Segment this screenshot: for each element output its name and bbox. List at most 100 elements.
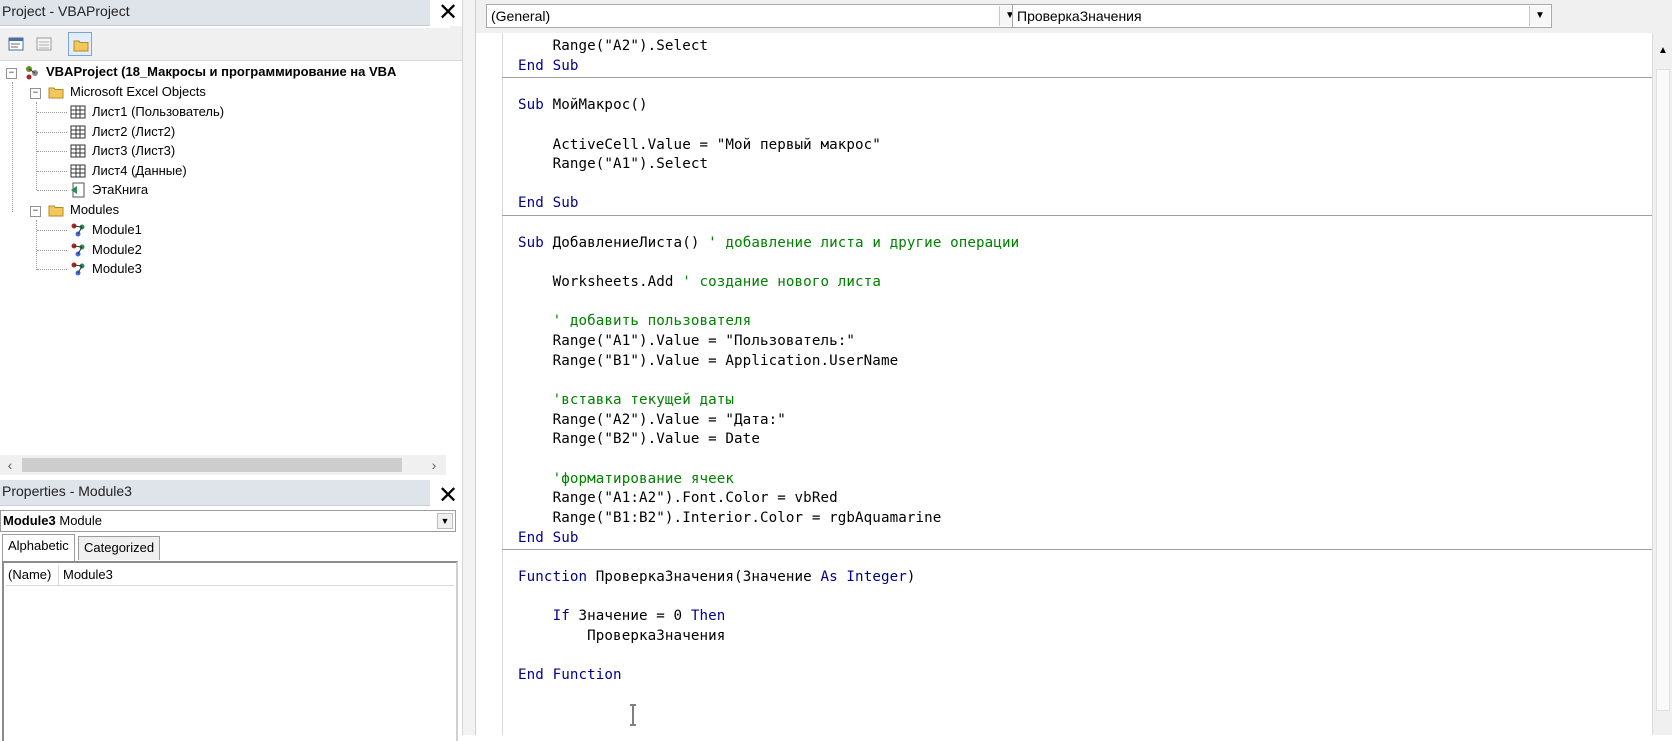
- tree-connector: [37, 230, 67, 231]
- project-explorer: Project - VBAProject ✕ − VBAProject (18_…: [0, 0, 462, 480]
- code-line[interactable]: Range("B2").Value = Date: [518, 429, 760, 450]
- tab-alphabetic[interactable]: Alphabetic: [2, 534, 75, 561]
- code-line[interactable]: ПроверкаЗначения: [518, 626, 725, 647]
- worksheet-icon: [70, 144, 86, 158]
- project-horizontal-scrollbar[interactable]: ‹ ›: [0, 455, 446, 475]
- scroll-left-icon[interactable]: ‹: [0, 455, 20, 475]
- code-line[interactable]: Range("A2").Select: [518, 36, 708, 57]
- object-combo[interactable]: (General) ▼: [486, 4, 1022, 28]
- tree-connector: [37, 171, 67, 172]
- code-line[interactable]: Sub ДобавлениеЛиста() ' добавление листа…: [518, 233, 1019, 254]
- code-line[interactable]: Sub МойМакрос(): [518, 95, 648, 116]
- code-line[interactable]: Range("A2").Value = "Дата:": [518, 410, 786, 431]
- object-combo-value: (General): [491, 8, 551, 24]
- procedure-separator: [502, 215, 1652, 216]
- tree-folder-label: Modules: [70, 202, 120, 217]
- code-line[interactable]: Function ПроверкаЗначения(Значение As In…: [518, 567, 916, 588]
- tree-item-label: Module1: [92, 222, 142, 237]
- keyword: Integer: [837, 569, 907, 585]
- code-line[interactable]: Range("A1").Value = "Пользователь:": [518, 331, 855, 352]
- workbook-icon: [71, 182, 85, 198]
- code-line[interactable]: Worksheets.Add ' создание нового листа: [518, 272, 881, 293]
- tree-item-label: Лист2 (Лист2): [92, 124, 176, 139]
- code-line[interactable]: Range("B1:B2").Interior.Color = rgbAquam…: [518, 508, 942, 529]
- view-object-button[interactable]: [32, 32, 56, 56]
- tree-connector: [12, 82, 13, 212]
- code-line[interactable]: End Sub: [518, 56, 579, 77]
- tree-item-label: Module3: [92, 261, 142, 276]
- code-line[interactable]: ActiveCell.Value = "Мой первый макрос": [518, 135, 881, 156]
- tree-connector: [37, 250, 67, 251]
- property-key: (Name): [8, 565, 59, 585]
- code-text: Значение = 0: [569, 608, 691, 624]
- code-text: Worksheets.Add: [518, 274, 674, 290]
- code-line[interactable]: Range("A1:A2").Font.Color = vbRed: [518, 488, 838, 509]
- code-text: МойМакрос(): [543, 97, 648, 113]
- scrollbar-thumb[interactable]: [22, 458, 402, 472]
- object-type: Module: [59, 513, 102, 528]
- view-object-icon: [36, 37, 52, 51]
- tree-item-label: Лист3 (Лист3): [92, 143, 176, 158]
- properties-close-icon[interactable]: ✕: [436, 483, 460, 507]
- code-line[interactable]: End Function: [518, 665, 622, 686]
- worksheet-icon: [70, 105, 86, 119]
- properties-window: Properties - Module3 ✕ Module3 Module ▼ …: [0, 480, 462, 741]
- tree-item-label: ЭтаКнига: [92, 182, 149, 197]
- code-line[interactable]: End Sub: [518, 193, 579, 214]
- scroll-right-icon[interactable]: ›: [424, 455, 444, 475]
- keyword: Then: [690, 608, 726, 624]
- code-window-header: (General) ▼ ПроверкаЗначения ▼: [476, 0, 1672, 34]
- comment: ' добавление листа и другие операции: [699, 235, 1020, 251]
- procedure-separator: [502, 77, 1652, 78]
- object-name: Module3: [3, 513, 56, 528]
- module-icon: [71, 262, 85, 276]
- procedure-combo[interactable]: ПроверкаЗначения ▼: [1012, 4, 1552, 28]
- toggle-folders-button[interactable]: [68, 32, 92, 56]
- view-code-icon: [8, 37, 24, 51]
- properties-pane-title: Properties - Module3: [0, 480, 430, 506]
- project-close-icon[interactable]: ✕: [436, 0, 460, 24]
- folder-icon: [48, 87, 64, 99]
- tree-connector: [37, 132, 67, 133]
- keyword: Function: [518, 569, 588, 585]
- code-line[interactable]: Range("A1").Select: [518, 154, 708, 175]
- scroll-up-icon[interactable]: ▲: [1655, 43, 1671, 59]
- tree-root-label: VBAProject (18_Макросы и программировани…: [46, 64, 397, 79]
- project-tree: − VBAProject (18_Макросы и программирова…: [0, 62, 462, 458]
- code-editor[interactable]: Range("A2").Select End Sub Sub МойМакрос…: [476, 33, 1652, 735]
- root-collapse-toggle[interactable]: −: [6, 68, 17, 79]
- excel-objects-collapse-toggle[interactable]: −: [30, 88, 41, 99]
- code-line[interactable]: Range("B1").Value = Application.UserName: [518, 351, 899, 372]
- project-vertical-scrollbar[interactable]: [450, 26, 462, 60]
- properties-object-select[interactable]: Module3 Module ▼: [0, 510, 456, 532]
- tree-item-label: Лист1 (Пользователь): [92, 104, 225, 119]
- pane-splitter[interactable]: [462, 0, 476, 735]
- module-icon: [71, 243, 85, 257]
- project-toolbar: [0, 28, 462, 61]
- view-code-button[interactable]: [4, 32, 28, 56]
- code-line[interactable]: 'форматирование ячеек: [518, 469, 734, 490]
- text-cursor-icon: [630, 704, 636, 726]
- procedure-combo-value: ПроверкаЗначения: [1017, 8, 1142, 24]
- property-value[interactable]: Module3: [63, 565, 113, 585]
- modules-collapse-toggle[interactable]: −: [30, 206, 41, 217]
- code-vertical-scrollbar[interactable]: ▲: [1652, 33, 1672, 735]
- code-line[interactable]: If Значение = 0 Then: [518, 606, 726, 627]
- chevron-down-icon[interactable]: ▼: [1529, 6, 1550, 26]
- chevron-down-icon[interactable]: ▼: [437, 513, 453, 529]
- folder-icon: [48, 205, 64, 217]
- code-line[interactable]: ' добавить пользователя: [518, 311, 752, 332]
- code-text: ПроверкаЗначения(Значение: [587, 569, 821, 585]
- tree-connector: [36, 220, 37, 270]
- code-line[interactable]: End Sub: [518, 528, 579, 549]
- code-margin[interactable]: [476, 33, 503, 735]
- scrollbar-thumb[interactable]: [1656, 69, 1670, 711]
- tab-categorized[interactable]: Categorized: [78, 536, 161, 560]
- keyword: Sub: [518, 235, 544, 251]
- property-row[interactable]: (Name) Module3: [6, 565, 454, 586]
- tree-connector: [36, 102, 37, 190]
- code-line[interactable]: 'вставка текущей даты: [518, 390, 734, 411]
- tree-item-label: Лист4 (Данные): [92, 163, 187, 178]
- tree-item-label: Module2: [92, 242, 142, 257]
- code-text: ДобавлениеЛиста(): [543, 235, 700, 251]
